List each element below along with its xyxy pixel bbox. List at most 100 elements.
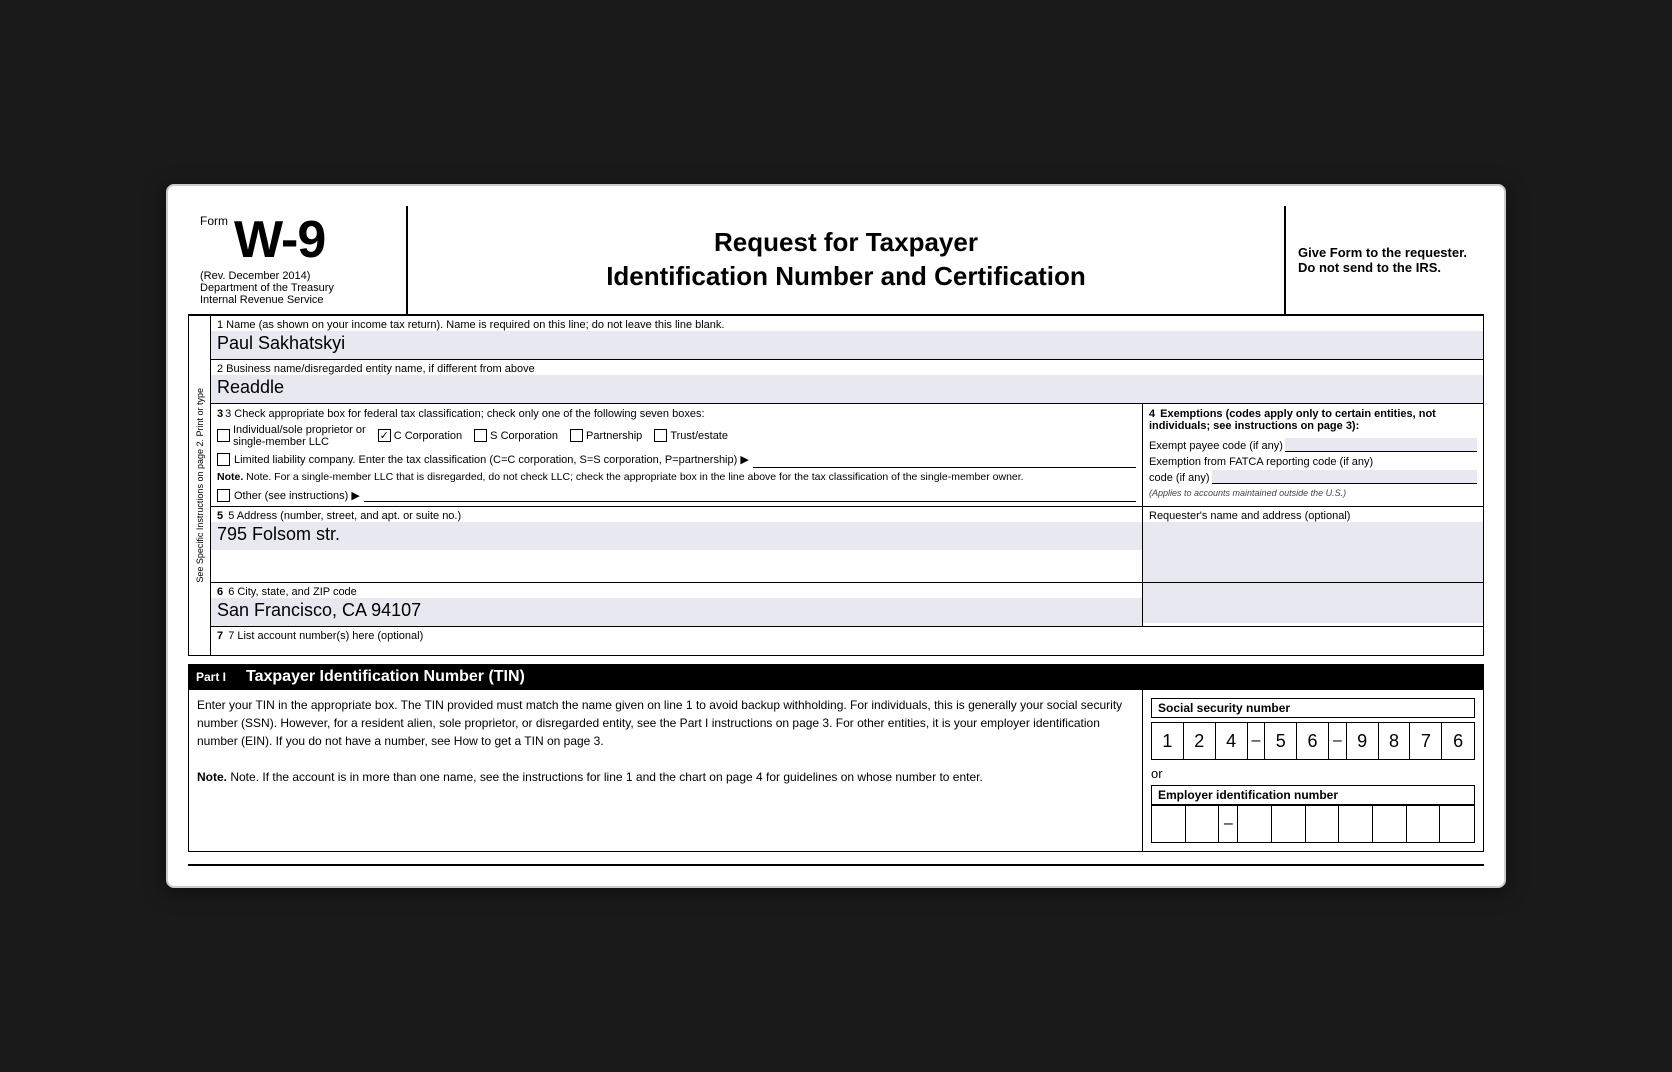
fatca-row: code (if any) [1149, 470, 1477, 484]
tax-option-scorp: S Corporation [474, 429, 558, 442]
ein-box-6 [1339, 806, 1373, 842]
checkbox-llc[interactable] [217, 453, 230, 466]
other-label: Other (see instructions) ▶ [234, 489, 360, 502]
part1-title: Taxpayer Identification Number (TIN) [246, 668, 525, 686]
ein-dash: – [1219, 806, 1238, 842]
ein-box-1 [1152, 806, 1186, 842]
field6-label: 6 6 City, state, and ZIP code [211, 583, 1142, 598]
sidebar: See Specific Instructions on page 2. Pri… [189, 316, 211, 656]
part1-left: Enter your TIN in the appropriate box. T… [189, 690, 1143, 851]
form-label: Form [200, 214, 228, 228]
city-left: 6 6 City, state, and ZIP code San Franci… [211, 583, 1143, 626]
fatca-label: Exemption from FATCA reporting code (if … [1149, 456, 1477, 468]
exempt-payee-row: Exempt payee code (if any) [1149, 438, 1477, 452]
form-number: W-9 [234, 214, 325, 266]
field3-row: 33 Check appropriate box for federal tax… [211, 404, 1483, 508]
ssn-label: Social security number [1151, 698, 1475, 718]
note-text: Note. For a single-member LLC that is di… [246, 471, 1023, 483]
part1-body: Enter your TIN in the appropriate box. T… [188, 690, 1484, 852]
ein-box-8 [1407, 806, 1441, 842]
ssn-box-8: 7 [1410, 723, 1442, 759]
form-body: See Specific Instructions on page 2. Pri… [188, 316, 1484, 657]
ein-box-3 [1238, 806, 1272, 842]
header-right: Give Form to the requester. Do not send … [1284, 206, 1484, 314]
tax-options: Individual/sole proprietor orsingle-memb… [217, 424, 1136, 448]
ein-box-9 [1440, 806, 1474, 842]
dept2: Internal Revenue Service [200, 294, 394, 306]
ssn-box-5: 6 [1297, 723, 1329, 759]
form-w9: Form W-9 (Rev. December 2014) Department… [166, 184, 1506, 889]
field2-row: 2 Business name/disregarded entity name,… [211, 360, 1483, 404]
field2-label: 2 Business name/disregarded entity name,… [211, 360, 1483, 375]
part1-label: Part I [196, 670, 226, 684]
ssn-box-4: 5 [1265, 723, 1297, 759]
header-title: Request for Taxpayer Identification Numb… [606, 226, 1086, 294]
checkbox-ccorp[interactable] [378, 429, 391, 442]
header-left: Form W-9 (Rev. December 2014) Department… [188, 206, 408, 314]
note-row: Note. Note. For a single-member LLC that… [217, 471, 1136, 485]
part1-right: Social security number 1 2 4 – 5 6 – 9 8… [1143, 690, 1483, 851]
ssn-dash-1: – [1248, 723, 1266, 759]
ein-box-4 [1272, 806, 1306, 842]
tax-option-trust: Trust/estate [654, 429, 728, 442]
llc-row: Limited liability company. Enter the tax… [217, 452, 1136, 468]
requester-section: Requester's name and address (optional) [1143, 507, 1483, 582]
checkbox-other[interactable] [217, 489, 230, 502]
exempt-payee-label: Exempt payee code (if any) [1149, 440, 1283, 452]
header-right-text: Give Form to the requester. Do not send … [1298, 245, 1472, 275]
field1-label: 1 Name (as shown on your income tax retu… [211, 316, 1483, 331]
part1-text2: Note. Note. If the account is in more th… [197, 768, 1134, 786]
llc-line [753, 452, 1136, 468]
ein-box-2 [1186, 806, 1220, 842]
llc-label: Limited liability company. Enter the tax… [234, 453, 749, 466]
other-row: Other (see instructions) ▶ [217, 488, 1136, 502]
ssn-box-6: 9 [1347, 723, 1379, 759]
field5-value: 795 Folsom str. [211, 522, 1142, 550]
address-left: 5 5 Address (number, street, and apt. or… [211, 507, 1143, 582]
checkbox-individual[interactable] [217, 429, 230, 442]
checkbox-scorp[interactable] [474, 429, 487, 442]
header-center: Request for Taxpayer Identification Numb… [408, 206, 1284, 314]
field1-row: 1 Name (as shown on your income tax retu… [211, 316, 1483, 360]
field6-row: 6 6 City, state, and ZIP code San Franci… [211, 583, 1483, 627]
ein-boxes: – [1151, 805, 1475, 843]
ssn-dash-2: – [1329, 723, 1347, 759]
requester-cont [1143, 583, 1483, 626]
tax-option-ccorp: C Corporation [378, 429, 462, 442]
field7-row: 7 7 List account number(s) here (optiona… [211, 627, 1483, 655]
field3-label: 33 Check appropriate box for federal tax… [217, 408, 1136, 420]
exempt-payee-line [1285, 438, 1477, 452]
part1-header: Part I Taxpayer Identification Number (T… [188, 664, 1484, 690]
field7-label: 7 List account number(s) here (optional) [228, 630, 423, 642]
ssn-box-1: 1 [1152, 723, 1184, 759]
ein-box-7 [1373, 806, 1407, 842]
ssn-box-2: 2 [1184, 723, 1216, 759]
dept1: Department of the Treasury [200, 282, 394, 294]
sidebar-text: See Specific Instructions on page 2. Pri… [195, 388, 205, 583]
form-header: Form W-9 (Rev. December 2014) Department… [188, 206, 1484, 316]
field4-label: 4 Exemptions (codes apply only to certai… [1149, 408, 1477, 432]
part1-text1: Enter your TIN in the appropriate box. T… [197, 696, 1134, 750]
tax-class-right: 4 Exemptions (codes apply only to certai… [1143, 404, 1483, 507]
ssn-box-9: 6 [1442, 723, 1474, 759]
other-line [364, 488, 1136, 502]
fatca-note: (Applies to accounts maintained outside … [1149, 488, 1477, 498]
ssn-box-3: 4 [1216, 723, 1248, 759]
checkbox-trust[interactable] [654, 429, 667, 442]
ein-label: Employer identification number [1151, 785, 1475, 805]
field2-value: Readdle [211, 375, 1483, 403]
field6-value: San Francisco, CA 94107 [211, 598, 1142, 626]
checkbox-partnership[interactable] [570, 429, 583, 442]
field5-label: 5 5 Address (number, street, and apt. or… [211, 507, 1142, 522]
form-fields: 1 Name (as shown on your income tax retu… [211, 316, 1483, 656]
ssn-box-7: 8 [1379, 723, 1411, 759]
fatca-line [1212, 470, 1477, 484]
or-label: or [1151, 766, 1475, 781]
field5-row: 5 5 Address (number, street, and apt. or… [211, 507, 1483, 583]
tax-option-individual: Individual/sole proprietor orsingle-memb… [217, 424, 366, 448]
form-rev: (Rev. December 2014) [200, 270, 394, 282]
tax-class-left: 33 Check appropriate box for federal tax… [211, 404, 1143, 507]
ssn-boxes: 1 2 4 – 5 6 – 9 8 7 6 [1151, 722, 1475, 760]
ein-box-5 [1306, 806, 1340, 842]
tax-option-partnership: Partnership [570, 429, 642, 442]
